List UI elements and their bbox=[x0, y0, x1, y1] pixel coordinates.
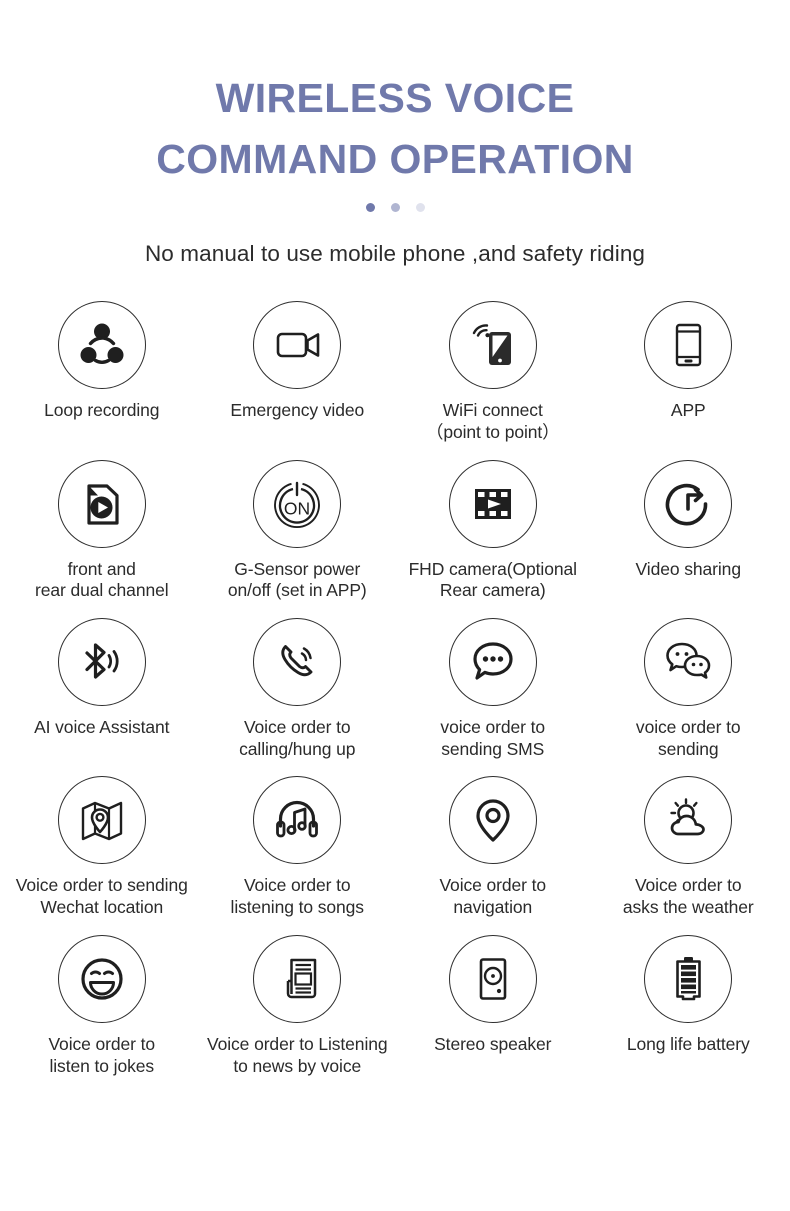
headphones-music-icon bbox=[253, 776, 342, 865]
feature-item-listen-news[interactable]: Voice order to Listening to news by voic… bbox=[200, 934, 396, 1077]
feature-grid: Loop recording Emergency video WiFi conn… bbox=[0, 301, 790, 1077]
feature-item-weather[interactable]: Voice order to asks the weather bbox=[591, 776, 787, 918]
feature-item-listening-songs[interactable]: Voice order to listening to songs bbox=[200, 776, 396, 918]
feature-label: AI voice Assistant bbox=[34, 717, 170, 738]
feature-label: APP bbox=[670, 400, 706, 421]
page-title-line-2: COMMAND OPERATION bbox=[156, 135, 634, 182]
share-arrow-icon bbox=[644, 459, 733, 548]
chat-bubble-icon bbox=[448, 618, 537, 707]
sun-cloud-icon bbox=[644, 776, 733, 865]
page-subtitle: No manual to use mobile phone ,and safet… bbox=[144, 241, 646, 267]
location-pin-icon bbox=[448, 776, 537, 865]
feature-item-loop-recording[interactable]: Loop recording bbox=[4, 301, 200, 443]
page-title: WIRELESS VOICE COMMAND OPERATION bbox=[0, 68, 790, 189]
page-title-line-1: WIRELESS VOICE bbox=[215, 75, 575, 121]
feature-item-gsensor-power[interactable]: ON G-Sensor power on/off (set in APP) bbox=[200, 459, 396, 602]
feature-label: Emergency video bbox=[230, 400, 365, 421]
bluetooth-voice-icon bbox=[57, 618, 146, 707]
feature-label: Voice order to sending Wechat location bbox=[15, 875, 188, 918]
feature-item-stereo-speaker[interactable]: Stereo speaker bbox=[395, 934, 591, 1077]
wifi-phone-icon bbox=[448, 301, 537, 390]
feature-item-voice-calling[interactable]: Voice order to calling/hung up bbox=[200, 618, 396, 760]
feature-item-fhd-camera[interactable]: FHD camera(Optional Rear camera) bbox=[395, 459, 591, 602]
carousel-dot-1[interactable] bbox=[365, 202, 375, 212]
feature-label: WiFi connect （point to point） bbox=[425, 400, 560, 443]
feature-label: Voice order to Listening to news by voic… bbox=[207, 1033, 388, 1076]
feature-label: voice order to sending SMS bbox=[440, 717, 546, 759]
film-strip-icon bbox=[448, 459, 537, 548]
feature-label: G-Sensor power on/off (set in APP) bbox=[227, 558, 367, 601]
feature-item-app[interactable]: APP bbox=[591, 301, 787, 443]
wechat-bubbles-icon bbox=[644, 618, 733, 707]
feature-label: Stereo speaker bbox=[434, 1033, 552, 1054]
feature-item-wechat-location[interactable]: Voice order to sending Wechat location bbox=[4, 776, 200, 918]
battery-icon bbox=[644, 934, 733, 1023]
feature-item-battery[interactable]: Long life battery bbox=[591, 934, 787, 1077]
feature-item-ai-voice-assistant[interactable]: AI voice Assistant bbox=[4, 618, 200, 760]
feature-label: Voice order to asks the weather bbox=[622, 875, 754, 918]
page-header: WIRELESS VOICE COMMAND OPERATION No manu… bbox=[0, 0, 790, 267]
camcorder-icon bbox=[253, 301, 342, 390]
svg-text:ON: ON bbox=[284, 498, 310, 518]
carousel-dots[interactable] bbox=[0, 201, 790, 213]
feature-label: FHD camera(Optional Rear camera) bbox=[408, 558, 577, 601]
feature-label: Voice order to calling/hung up bbox=[239, 717, 356, 759]
carousel-dot-2[interactable] bbox=[390, 202, 400, 212]
feature-label: front and rear dual channel bbox=[34, 558, 169, 601]
power-on-icon: ON bbox=[253, 459, 342, 548]
feature-item-dual-channel[interactable]: front and rear dual channel bbox=[4, 459, 200, 602]
feature-item-video-sharing[interactable]: Video sharing bbox=[591, 459, 787, 602]
feature-label: Voice order to navigation bbox=[439, 875, 547, 918]
feature-label: Long life battery bbox=[626, 1033, 750, 1054]
carousel-dot-3[interactable] bbox=[415, 202, 425, 212]
smiley-face-icon bbox=[57, 934, 146, 1023]
feature-label: Video sharing bbox=[635, 558, 742, 579]
smartphone-icon bbox=[644, 301, 733, 390]
feature-label: Loop recording bbox=[44, 400, 160, 421]
feature-item-emergency-video[interactable]: Emergency video bbox=[200, 301, 396, 443]
feature-label: Voice order to listen to jokes bbox=[48, 1033, 156, 1076]
feature-label: voice order to sending bbox=[635, 717, 741, 759]
feature-item-wifi-connect[interactable]: WiFi connect （point to point） bbox=[395, 301, 591, 443]
feature-label: Voice order to listening to songs bbox=[230, 875, 365, 918]
map-pin-icon bbox=[57, 776, 146, 865]
video-file-icon bbox=[57, 459, 146, 548]
feature-item-voice-sms[interactable]: voice order to sending SMS bbox=[395, 618, 591, 760]
speaker-icon bbox=[448, 934, 537, 1023]
newspaper-icon bbox=[253, 934, 342, 1023]
feature-item-listen-jokes[interactable]: Voice order to listen to jokes bbox=[4, 934, 200, 1077]
phone-call-icon bbox=[253, 618, 342, 707]
feature-list-page: WIRELESS VOICE COMMAND OPERATION No manu… bbox=[0, 0, 790, 1211]
feature-item-voice-sending[interactable]: voice order to sending bbox=[591, 618, 787, 760]
loop-recording-icon bbox=[57, 301, 146, 390]
feature-item-navigation[interactable]: Voice order to navigation bbox=[395, 776, 591, 918]
